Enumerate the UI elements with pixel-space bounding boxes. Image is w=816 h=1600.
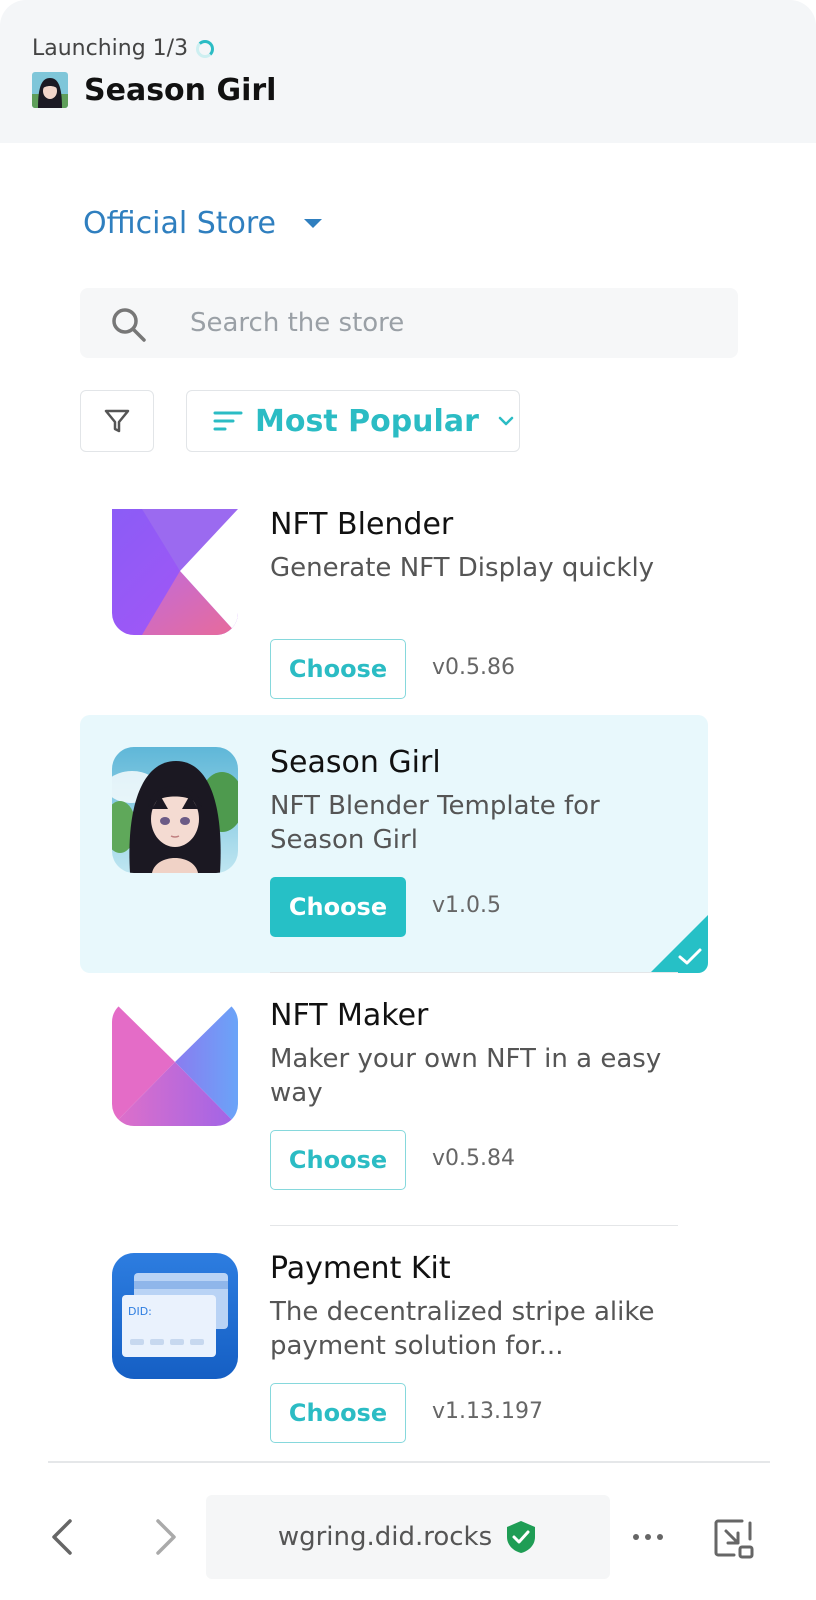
search-box	[80, 288, 738, 358]
chevron-down-icon	[498, 416, 514, 426]
search-input[interactable]	[190, 302, 710, 344]
launcher-header: Launching 1/3 Season Girl	[0, 0, 816, 143]
item-name: NFT Maker	[270, 998, 429, 1033]
launch-progress-text: Launching 1/3	[32, 36, 189, 61]
item-name: Payment Kit	[270, 1251, 451, 1286]
item-version: v0.5.86	[432, 655, 515, 680]
launch-progress: Launching 1/3	[32, 36, 215, 61]
divider	[48, 1461, 770, 1463]
sort-icon	[213, 411, 243, 431]
nft-maker-icon	[112, 1000, 238, 1126]
choose-button[interactable]: Choose	[270, 1130, 406, 1190]
item-name: NFT Blender	[270, 507, 454, 542]
sort-label: Most Popular	[255, 403, 479, 439]
app-title: Season Girl	[84, 72, 277, 108]
store-selector-label: Official Store	[83, 206, 276, 241]
forward-icon[interactable]	[144, 1517, 184, 1557]
item-version: v1.0.5	[432, 893, 501, 918]
store-selector[interactable]: Official Store	[83, 206, 322, 241]
list-item[interactable]: NFT Blender Generate NFT Display quickly…	[80, 505, 708, 735]
nft-blender-icon	[112, 509, 238, 635]
app-list: NFT Blender Generate NFT Display quickly…	[0, 505, 816, 1461]
browser-bottom-bar: wgring.did.rocks	[0, 1495, 816, 1600]
item-name: Season Girl	[270, 745, 441, 780]
search-icon	[112, 308, 146, 342]
choose-button[interactable]: Choose	[270, 877, 406, 937]
filter-button[interactable]	[80, 390, 154, 452]
url-bar[interactable]: wgring.did.rocks	[206, 1495, 610, 1579]
season-girl-icon	[112, 747, 238, 873]
did-label: DID:	[128, 1305, 152, 1318]
sort-dropdown[interactable]: Most Popular	[186, 390, 520, 452]
list-item-selected[interactable]: Season Girl NFT Blender Template for Sea…	[80, 715, 708, 973]
item-description: Generate NFT Display quickly	[270, 553, 655, 583]
loading-spinner-icon	[196, 39, 215, 58]
app-avatar	[32, 72, 68, 108]
filter-icon	[104, 409, 130, 433]
more-icon[interactable]	[628, 1517, 668, 1557]
item-description: NFT Blender Template for Season Girl	[270, 791, 600, 855]
app-title-row: Season Girl	[32, 72, 276, 108]
list-item[interactable]: DID: Payment Kit The decentralized strip…	[80, 1221, 708, 1461]
choose-button[interactable]: Choose	[270, 1383, 406, 1443]
choose-button[interactable]: Choose	[270, 639, 406, 699]
list-item[interactable]: NFT Maker Maker your own NFT in a easy w…	[80, 968, 708, 1226]
payment-kit-icon: DID:	[112, 1253, 238, 1379]
selected-check-icon	[650, 915, 708, 973]
secure-shield-icon	[507, 1521, 536, 1553]
item-version: v1.13.197	[432, 1399, 543, 1424]
item-description: Maker your own NFT in a easy way	[270, 1044, 662, 1108]
url-text: wgring.did.rocks	[277, 1522, 493, 1552]
caret-down-icon	[304, 219, 322, 228]
item-description: The decentralized stripe alike payment s…	[270, 1297, 655, 1361]
minimize-window-icon[interactable]	[712, 1517, 756, 1561]
back-icon[interactable]	[44, 1517, 84, 1557]
item-version: v0.5.84	[432, 1146, 515, 1171]
